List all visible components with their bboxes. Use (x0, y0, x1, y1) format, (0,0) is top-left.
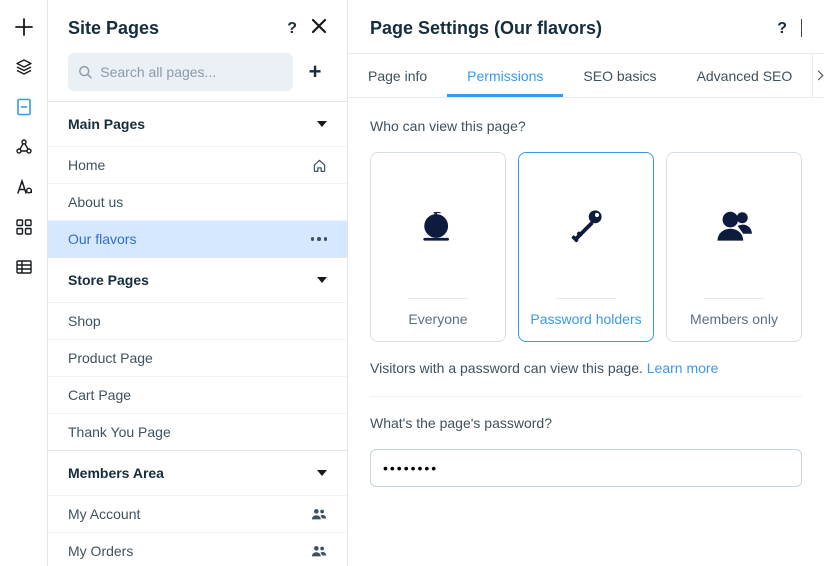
password-input[interactable] (370, 449, 802, 487)
section-header[interactable]: Members Area (48, 451, 347, 495)
permission-card-label: Everyone (408, 311, 467, 327)
page-item[interactable]: Product Page (48, 339, 347, 376)
chevron-down-icon (317, 470, 327, 476)
text-style-icon[interactable] (15, 178, 33, 196)
tool-rail (0, 0, 48, 566)
permission-card-label: Password holders (530, 311, 641, 327)
key-icon (564, 153, 608, 298)
members-icon (712, 153, 756, 298)
permission-description: Visitors with a password can view this p… (370, 360, 802, 397)
page-label: Thank You Page (68, 424, 171, 440)
page-label: My Account (68, 506, 140, 522)
permission-card-members[interactable]: Members only (666, 152, 802, 342)
table-icon[interactable] (15, 258, 33, 276)
globe-icon (416, 153, 460, 298)
page-item[interactable]: My Orders (48, 532, 347, 566)
section-header[interactable]: Store Pages (48, 258, 347, 302)
tab-advanced-seo[interactable]: Advanced SEO (677, 54, 813, 97)
page-item[interactable]: Cart Page (48, 376, 347, 413)
members-icon (311, 507, 327, 521)
home-icon (312, 158, 327, 173)
site-pages-panel: Site Pages ? + Main Pages Home About us Our… (48, 0, 348, 566)
page-item[interactable]: About us (48, 183, 347, 220)
help-icon[interactable]: ? (777, 20, 787, 38)
tab-page-info[interactable]: Page info (348, 54, 447, 97)
more-icon[interactable] (311, 237, 328, 241)
password-label: What's the page's password? (370, 415, 802, 431)
learn-more-link[interactable]: Learn more (647, 360, 719, 376)
page-label: Product Page (68, 350, 153, 366)
chevron-down-icon (317, 277, 327, 283)
section-label: Store Pages (68, 272, 149, 288)
settings-title: Page Settings (Our flavors) (370, 18, 602, 39)
permission-card-key[interactable]: Password holders (518, 152, 654, 342)
page-settings-panel: Page Settings (Our flavors) ? Page infoP… (348, 0, 824, 566)
section-label: Members Area (68, 465, 164, 481)
page-item[interactable]: Our flavors (48, 220, 347, 257)
help-icon[interactable]: ? (287, 20, 297, 38)
permission-card-globe[interactable]: Everyone (370, 152, 506, 342)
tab-permissions[interactable]: Permissions (447, 54, 563, 97)
page-label: Our flavors (68, 231, 136, 247)
close-icon[interactable] (311, 18, 327, 39)
chevron-down-icon (317, 121, 327, 127)
page-item[interactable]: My Account (48, 495, 347, 532)
back-icon[interactable] (801, 20, 802, 38)
page-icon[interactable] (15, 98, 33, 116)
page-item[interactable]: Thank You Page (48, 413, 347, 450)
page-label: Home (68, 157, 105, 173)
page-label: Cart Page (68, 387, 131, 403)
members-icon (311, 544, 327, 558)
section-label: Main Pages (68, 116, 145, 132)
permission-options: Everyone Password holders Members only (370, 152, 802, 342)
layers-icon[interactable] (15, 58, 33, 76)
pages-list: Main Pages Home About us Our flavors Store P… (48, 101, 347, 566)
permissions-question: Who can view this page? (370, 118, 802, 134)
page-item[interactable]: Home (48, 146, 347, 183)
tab-seo-basics[interactable]: SEO basics (563, 54, 676, 97)
tabs-scroll-right[interactable] (812, 54, 824, 97)
site-pages-title: Site Pages (68, 18, 159, 39)
apps-icon[interactable] (15, 218, 33, 236)
search-field[interactable] (100, 64, 283, 80)
section-header[interactable]: Main Pages (48, 102, 347, 146)
connections-icon[interactable] (15, 138, 33, 156)
page-label: About us (68, 194, 123, 210)
settings-tabs: Page infoPermissionsSEO basicsAdvanced S… (348, 54, 812, 97)
page-item[interactable]: Shop (48, 302, 347, 339)
add-page-button[interactable]: + (303, 60, 327, 84)
page-label: Shop (68, 313, 101, 329)
page-label: My Orders (68, 543, 133, 559)
permission-card-label: Members only (690, 311, 778, 327)
search-input[interactable] (68, 53, 293, 91)
add-icon[interactable] (15, 18, 33, 36)
